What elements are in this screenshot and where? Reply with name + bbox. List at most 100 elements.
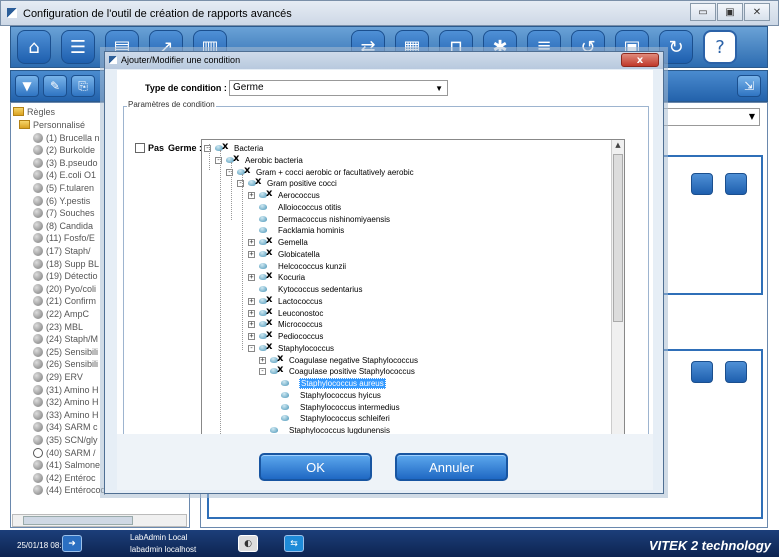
filter-icon[interactable]: ▼ (15, 75, 39, 97)
tree-item[interactable]: (3) B.pseudo (33, 156, 98, 169)
tree-horizontal-scrollbar[interactable] (12, 514, 187, 527)
organism-node[interactable]: +Pediococcus (248, 329, 324, 342)
tree-item[interactable]: (23) MBL (33, 320, 83, 333)
tree-item[interactable]: (17) Staph/ (33, 244, 91, 257)
expand-icon[interactable]: + (259, 356, 266, 364)
sync-icon[interactable]: ⇆ (284, 535, 304, 552)
tree-item[interactable]: (33) Amino H (33, 408, 99, 421)
organism-node[interactable]: Staphylococcus aureus (279, 378, 386, 389)
tree-item[interactable]: (24) Staph/M (33, 333, 98, 346)
globe-icon[interactable]: ◐ (238, 535, 258, 552)
undo-icon[interactable]: ↻ (659, 30, 693, 64)
tree-item[interactable]: (11) Fosfo/E (33, 232, 95, 245)
dialog-close-button[interactable]: x (621, 53, 659, 67)
copy-icon[interactable]: ⎘ (71, 75, 95, 97)
tree-item[interactable]: (25) Sensibili (33, 345, 98, 358)
organism-node[interactable]: -Gram positive cocci (237, 176, 338, 189)
tree-item[interactable]: (4) E.coli O1 (33, 169, 96, 182)
tree-item[interactable]: (40) SARM / (33, 446, 96, 459)
tree-item[interactable]: (1) Brucella n (33, 131, 100, 144)
expand-icon[interactable]: + (248, 309, 255, 317)
tree-item[interactable]: (7) Souches (33, 207, 95, 220)
rule-icon (33, 371, 43, 382)
organism-node[interactable]: +Lactococcus (248, 294, 323, 307)
expand-icon[interactable]: + (248, 239, 255, 246)
organism-node[interactable]: Dermacoccus nishinomiyaensis (257, 214, 391, 225)
panel-edit-icon[interactable] (725, 173, 747, 195)
tree-group[interactable]: Personnalisé (19, 118, 85, 131)
tree-item[interactable]: (6) Y.pestis (33, 194, 90, 207)
tree-item[interactable]: (21) Confirm (33, 295, 96, 308)
tree-item[interactable]: (42) Entéroc (33, 471, 96, 484)
organism-icon (257, 341, 275, 353)
tree-item[interactable]: (19) Détectio (33, 270, 98, 283)
organism-tree[interactable]: -Bacteria-Aerobic bacteria-Gram + cocci … (201, 139, 625, 446)
brand-label: VITEK 2 technology (648, 538, 771, 553)
tree-item[interactable]: (41) Salmone (33, 459, 100, 472)
organism-node[interactable]: Staphylococcus schleiferi (279, 413, 391, 424)
tree-item[interactable]: (35) SCN/gly (33, 433, 98, 446)
chevron-down-icon: ▼ (435, 84, 443, 93)
organism-icon (257, 317, 275, 329)
tree-item[interactable]: (8) Candida (33, 219, 93, 232)
organism-node[interactable]: -Staphylococcus (248, 341, 335, 354)
organism-node[interactable]: Alloiococcus otitis (257, 202, 342, 213)
pas-checkbox[interactable] (135, 143, 145, 153)
folder-icon (19, 120, 30, 129)
tree-item[interactable]: (34) SARM c (33, 421, 98, 434)
tree-item[interactable]: (31) Amino H (33, 383, 99, 396)
tree-item[interactable]: (5) F.tularen (33, 181, 94, 194)
edit-icon[interactable]: ✎ (43, 75, 67, 97)
minimize-button[interactable]: ▭ (690, 3, 716, 21)
expand-icon[interactable]: + (248, 192, 255, 199)
panel-settings-icon[interactable] (691, 173, 713, 195)
organism-node[interactable]: +Aerococcus (248, 188, 321, 201)
panel-edit-icon-2[interactable] (725, 361, 747, 383)
panel-settings-icon-2[interactable] (691, 361, 713, 383)
tree-item[interactable]: (26) Sensibili (33, 358, 98, 371)
close-button[interactable]: ✕ (744, 3, 770, 21)
organism-tree-scrollbar[interactable]: ▲ ▼ (611, 140, 624, 445)
expand-icon[interactable]: + (248, 250, 255, 258)
tree-item[interactable]: (2) Burkolde (33, 144, 95, 157)
organism-node[interactable]: +Gemella (248, 235, 309, 248)
cancel-button[interactable]: Annuler (395, 453, 508, 481)
app-icon (7, 8, 17, 18)
expand-icon[interactable]: + (248, 297, 255, 305)
tree-item[interactable]: (29) ERV (33, 370, 83, 383)
status-bar: 25/01/18 08:53 ➜ LabAdmin Local labadmin… (0, 530, 779, 557)
condition-params-legend: Paramètres de condition (127, 100, 216, 109)
tree-item[interactable]: (32) Amino H (33, 396, 99, 409)
expand-icon[interactable]: + (248, 333, 255, 340)
rule-icon (33, 271, 43, 282)
export-icon[interactable]: ⇲ (737, 75, 761, 97)
organism-node[interactable]: Staphylococcus intermedius (279, 402, 401, 413)
collapse-icon[interactable]: - (248, 344, 255, 352)
condition-type-select[interactable]: Germe ▼ (229, 80, 448, 96)
tree-item[interactable]: (20) Pyo/coli (33, 282, 96, 295)
expand-icon[interactable]: + (248, 274, 255, 282)
collapse-icon[interactable]: - (259, 368, 266, 376)
help-icon[interactable]: ? (703, 30, 737, 64)
organism-node[interactable]: +Globicatella (248, 247, 321, 260)
rule-icon (33, 334, 43, 345)
germe-label: Germe : (168, 143, 203, 153)
ok-button[interactable]: OK (259, 453, 372, 481)
organism-node[interactable]: -Aerobic bacteria (215, 153, 304, 166)
tree-item[interactable]: (22) AmpC (33, 307, 89, 320)
organism-node[interactable]: -Coagulase positive Staphylococcus (259, 364, 416, 377)
organism-node[interactable]: Kytococcus sedentarius (257, 284, 364, 295)
organism-node[interactable]: +Micrococcus (248, 317, 323, 330)
organism-node[interactable]: +Kocuria (248, 270, 306, 283)
organism-node[interactable]: Staphylococcus hyicus (279, 390, 382, 401)
scroll-up-icon[interactable]: ▲ (613, 141, 623, 151)
panel-dropdown[interactable]: ▼ (660, 108, 760, 126)
database-icon[interactable]: ☰ (61, 30, 95, 64)
expand-icon[interactable]: + (248, 321, 255, 329)
maximize-button[interactable]: ▣ (717, 3, 743, 21)
arrow-icon[interactable]: ➜ (62, 535, 82, 552)
tree-item[interactable]: (18) Supp BL (33, 257, 99, 270)
organism-node[interactable]: +Leuconostoc (248, 306, 324, 319)
home-icon[interactable]: ⌂ (17, 30, 51, 64)
tree-root[interactable]: Règles (13, 105, 55, 118)
